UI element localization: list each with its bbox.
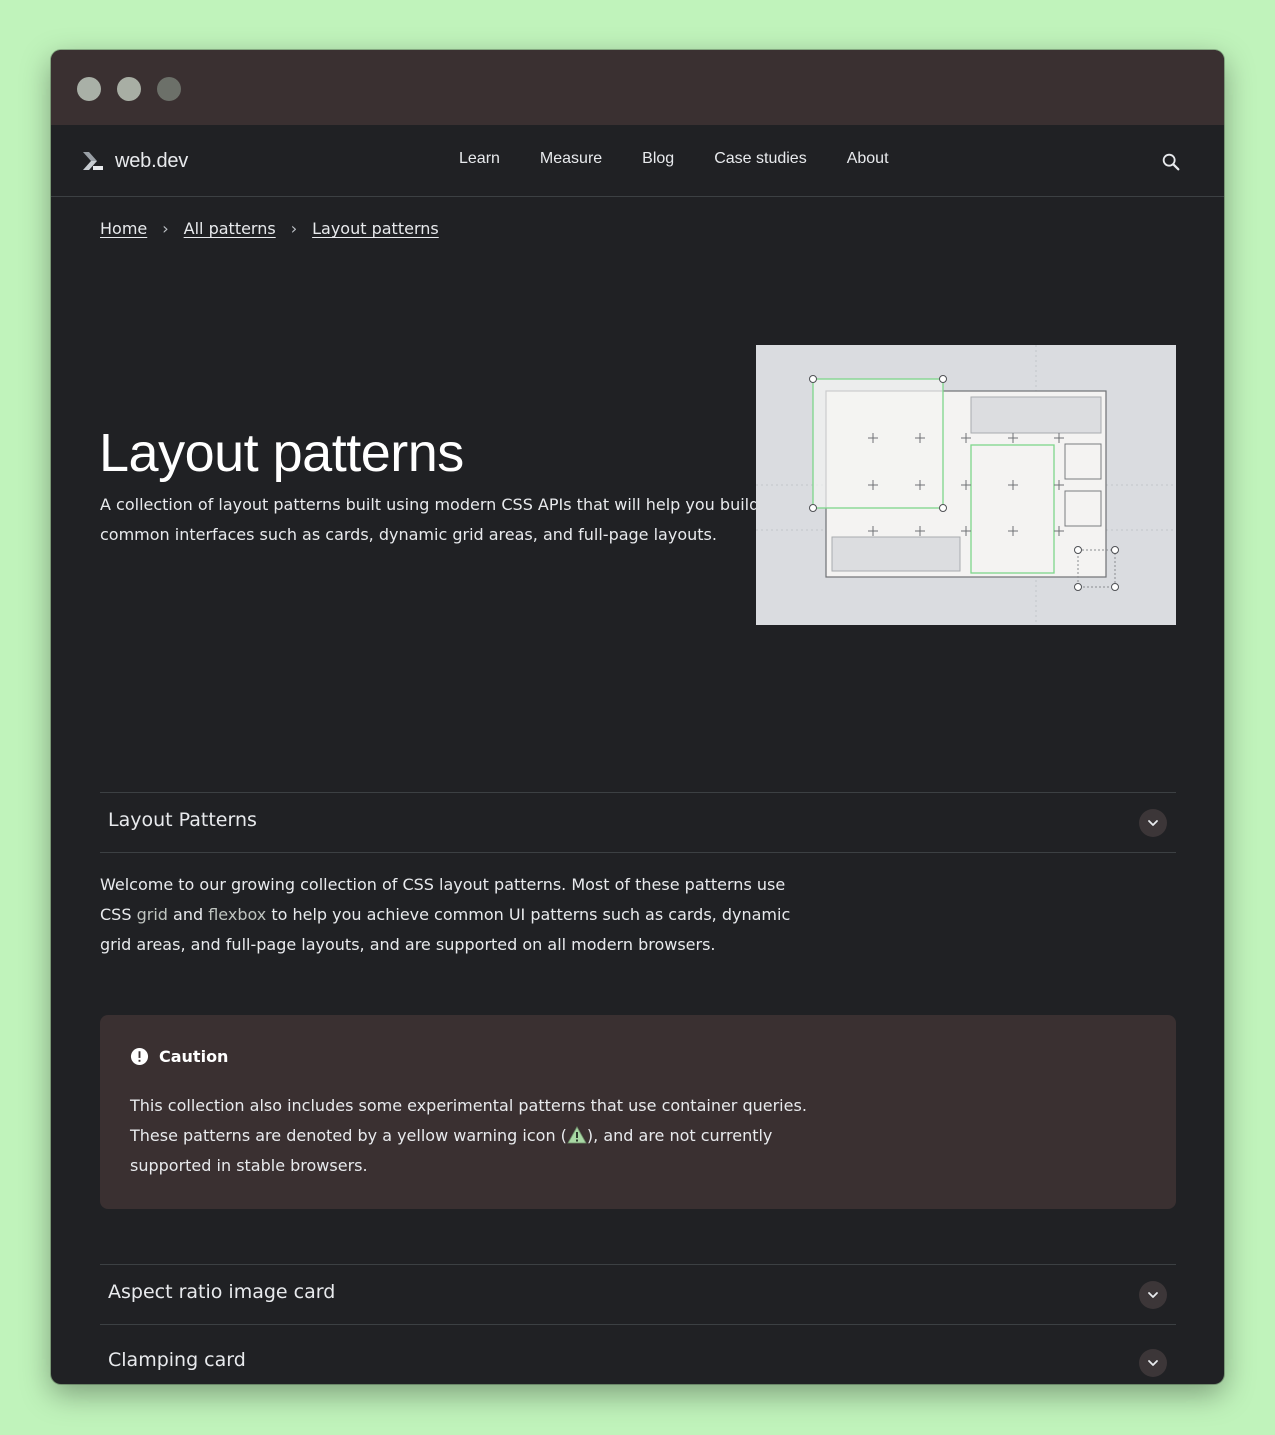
intro-text: and: [167, 905, 209, 924]
browser-window: web.dev Learn Measure Blog Case studies …: [51, 50, 1224, 1384]
nav-learn[interactable]: Learn: [459, 150, 500, 168]
accordion-layout-patterns[interactable]: Layout Patterns: [100, 792, 1176, 853]
accordion-label: Clamping card: [108, 1349, 246, 1371]
chevron-down-icon[interactable]: [1139, 1349, 1167, 1377]
main-nav: Learn Measure Blog Case studies About: [459, 150, 929, 168]
minimize-window-button[interactable]: [117, 77, 141, 101]
breadcrumb-all-patterns[interactable]: All patterns: [184, 219, 276, 238]
container-queries-link[interactable]: container queries: [662, 1096, 802, 1115]
breadcrumb-home[interactable]: Home: [100, 219, 147, 238]
grid-link[interactable]: grid: [137, 905, 168, 924]
logo-text: web.dev: [115, 149, 189, 172]
chevron-down-icon[interactable]: [1139, 1281, 1167, 1309]
accordion-clamping-card[interactable]: Clamping card: [100, 1324, 1176, 1384]
page-title: Layout patterns: [99, 423, 464, 483]
nav-about[interactable]: About: [847, 150, 889, 168]
caution-title: Caution: [159, 1047, 229, 1066]
page-description: A collection of layout patterns built us…: [100, 495, 760, 544]
hero-illustration: [756, 345, 1176, 625]
warning-triangle-icon: [567, 1126, 587, 1144]
accordion-label: Aspect ratio image card: [108, 1281, 336, 1303]
web-dev-logo-icon: [83, 152, 103, 170]
caution-text-part: This collection also includes some exper…: [130, 1096, 662, 1115]
flexbox-link[interactable]: flexbox: [208, 905, 266, 924]
layout-grid-illustration: [756, 345, 1176, 625]
site-logo[interactable]: web.dev: [81, 147, 188, 175]
site-header: web.dev Learn Measure Blog Case studies …: [51, 125, 1224, 197]
breadcrumb-layout-patterns[interactable]: Layout patterns: [312, 219, 439, 238]
chevron-right-icon: ›: [162, 219, 169, 238]
accordion-label: Layout Patterns: [108, 809, 257, 831]
nav-blog[interactable]: Blog: [642, 150, 674, 168]
maximize-window-button[interactable]: [157, 77, 181, 101]
chevron-down-icon[interactable]: [1139, 809, 1167, 837]
caution-heading: Caution: [130, 1047, 228, 1066]
close-window-button[interactable]: [77, 77, 101, 101]
chevron-right-icon: ›: [290, 219, 298, 238]
search-icon[interactable]: [1160, 151, 1182, 173]
accordion-aspect-ratio-image-card[interactable]: Aspect ratio image card: [100, 1264, 1176, 1325]
nav-case-studies[interactable]: Case studies: [714, 150, 807, 168]
nav-measure[interactable]: Measure: [540, 150, 602, 168]
caution-callout: Caution This collection also includes so…: [100, 1015, 1176, 1209]
exclamation-circle-icon: [130, 1047, 149, 1066]
intro-paragraph: Welcome to our growing collection of CSS…: [100, 870, 800, 960]
caution-text: This collection also includes some exper…: [130, 1091, 830, 1181]
window-titlebar: [51, 50, 1224, 125]
breadcrumb: Home › All patterns › Layout patterns: [100, 219, 439, 238]
